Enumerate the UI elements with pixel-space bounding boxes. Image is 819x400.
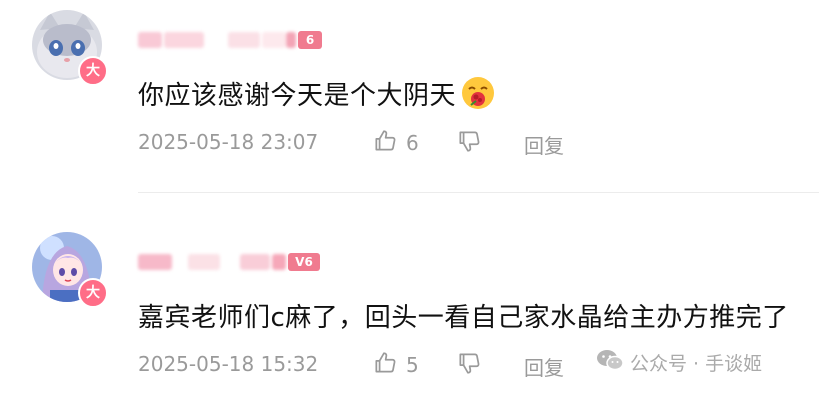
like-count: 6: [406, 131, 419, 155]
comment-text: 你应该感谢今天是个大阴天: [138, 75, 496, 118]
comment-text-body: 你应该感谢今天是个大阴天: [138, 81, 457, 111]
thumbs-down-icon: [456, 128, 482, 159]
like-button[interactable]: 6: [372, 128, 419, 158]
vip-badge: 大: [78, 278, 108, 308]
thumbs-up-icon: [372, 350, 398, 381]
thumbs-up-icon: [372, 128, 398, 159]
comment-text: 嘉宾老师们c麻了，回头一看自己家水晶给主办方推完了: [138, 303, 789, 333]
thumbs-down-icon: [456, 350, 482, 381]
user-level-badge: V6: [288, 253, 320, 271]
like-button[interactable]: 5: [372, 350, 419, 380]
watermark-text: 公众号 · 手谈姬: [630, 353, 763, 375]
vip-badge: 大: [78, 56, 108, 86]
rose-face-emoji-icon: [460, 75, 496, 118]
dislike-button[interactable]: [456, 350, 482, 380]
reply-button[interactable]: 回复: [524, 352, 564, 381]
avatar[interactable]: 大: [32, 10, 108, 86]
comment-item: 大 6 你应该感谢今天是个大阴天 2025-05-18 23:07 6 回复: [0, 0, 819, 192]
avatar[interactable]: 大: [32, 232, 108, 308]
comment-time: 2025-05-18 23:07: [138, 130, 319, 154]
comment-time: 2025-05-18 15:32: [138, 352, 319, 376]
watermark: 公众号 · 手谈姬: [596, 348, 762, 377]
reply-button[interactable]: 回复: [524, 130, 564, 159]
wechat-icon: [596, 348, 630, 377]
user-level-badge: 6: [298, 31, 322, 49]
like-count: 5: [406, 353, 419, 377]
dislike-button[interactable]: [456, 128, 482, 158]
